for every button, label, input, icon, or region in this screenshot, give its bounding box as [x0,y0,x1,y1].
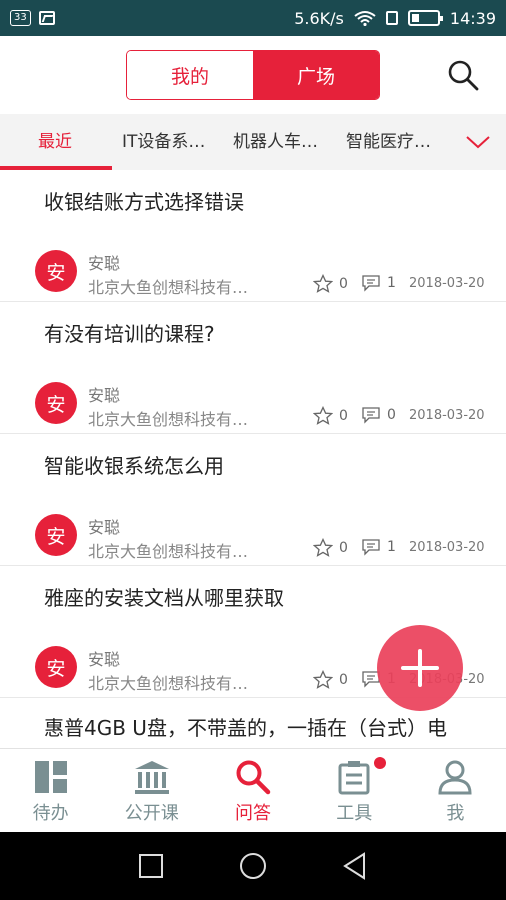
question-title[interactable]: 雅座的安装文档从哪里获取 [44,582,284,611]
avatar[interactable]: 安 [35,382,77,424]
star-icon [313,670,333,689]
sim-icon [385,11,398,25]
author-org: 北京大鱼创想科技有… [88,542,249,561]
list-item[interactable]: 有没有培训的课程? 安 安聪 北京大鱼创想科技有… 0 0 2018-03-20 [0,302,506,434]
author-org: 北京大鱼创想科技有… [88,410,249,429]
post-date: 2018-03-20 [409,276,485,291]
nav-label: 问答 [235,803,271,824]
tab-square[interactable]: 广场 [253,51,379,99]
question-title[interactable]: 智能收银系统怎么用 [44,450,224,479]
notification-count-badge: 33 [10,10,31,26]
author-org: 北京大鱼创想科技有… [88,674,249,693]
nav-qa[interactable]: 问答 [202,749,303,832]
question-list: 收银结账方式选择错误 安 安聪 北京大鱼创想科技有… 0 1 2018-03-2… [0,170,506,698]
star-icon [313,274,333,293]
add-question-button[interactable] [377,625,463,711]
nav-tools[interactable]: 工具 [304,749,405,832]
plus-icon [401,649,439,687]
favorite-count-value: 0 [339,540,348,556]
comment-count-value: 1 [387,275,396,291]
avatar[interactable]: 安 [35,250,77,292]
chevron-down-icon[interactable] [462,126,494,158]
nav-label: 公开课 [124,803,179,824]
home-icon[interactable] [239,852,267,880]
system-nav-bar [0,832,506,900]
nav-me[interactable]: 我 [405,749,506,832]
question-title[interactable]: 收银结账方式选择错误 [44,186,244,215]
segmented-control: 我的 广场 [126,50,380,100]
comment-icon [362,407,380,424]
category-tab-robots[interactable]: 机器人车… [233,114,318,170]
comment-count-value: 1 [387,539,396,555]
list-item[interactable]: 智能收银系统怎么用 安 安聪 北京大鱼创想科技有… 0 1 2018-03-20 [0,434,506,566]
favorite-count[interactable]: 0 [313,538,348,558]
avatar[interactable]: 安 [35,646,77,688]
notification-dot [373,757,386,769]
list-item[interactable]: 收银结账方式选择错误 安 安聪 北京大鱼创想科技有… 0 1 2018-03-2… [0,170,506,302]
comment-count-value: 0 [387,407,396,423]
building-icon [134,761,169,794]
author-name: 安聪 [88,650,121,669]
category-tabs: 最近 IT设备系… 机器人车… 智能医疗… [0,114,506,170]
nav-open-course[interactable]: 公开课 [101,749,202,832]
post-date: 2018-03-20 [409,408,485,423]
favorite-count[interactable]: 0 [313,670,348,690]
post-date: 2018-03-20 [409,540,485,555]
nav-todo[interactable]: 待办 [0,749,101,832]
nav-label: 工具 [336,803,373,824]
image-icon [38,11,55,25]
favorite-count-value: 0 [339,672,348,688]
favorite-count[interactable]: 0 [313,274,348,294]
user-icon [438,760,472,795]
favorite-count-value: 0 [339,408,348,424]
comment-icon [362,539,380,556]
network-speed: 5.6K/s [294,8,344,28]
category-tab-recent[interactable]: 最近 [38,114,72,170]
search-icon [236,760,271,795]
comment-count[interactable]: 1 [361,538,396,556]
header: 我的 广场 [0,36,506,114]
bottom-nav: 待办 公开课 问答 工具 我 [0,748,506,832]
favorite-count[interactable]: 0 [313,406,348,426]
star-icon [313,538,333,557]
wifi-icon [354,11,376,26]
status-bar: 33 5.6K/s 14:39 [0,0,506,36]
category-tab-it-devices[interactable]: IT设备系… [122,114,205,170]
comment-count[interactable]: 1 [361,274,396,292]
nav-label: 待办 [32,803,69,824]
author-name: 安聪 [88,518,121,537]
comment-icon [362,275,380,292]
nav-label: 我 [446,803,465,824]
question-title[interactable]: 惠普4GB U盘，不带盖的，一插在（台式）电 [44,712,447,741]
tab-mine[interactable]: 我的 [127,51,253,99]
recent-apps-icon[interactable] [138,853,164,879]
star-icon [313,406,333,425]
battery-icon [407,10,443,26]
category-tab-smart-medical[interactable]: 智能医疗… [346,114,431,170]
avatar[interactable]: 安 [35,514,77,556]
clock: 14:39 [449,8,496,28]
question-title[interactable]: 有没有培训的课程? [44,318,215,347]
author-name: 安聪 [88,386,121,405]
favorite-count-value: 0 [339,276,348,292]
back-icon[interactable] [342,852,368,880]
search-icon[interactable] [446,58,480,92]
dashboard-icon [34,761,67,793]
author-org: 北京大鱼创想科技有… [88,278,249,297]
author-name: 安聪 [88,254,121,273]
clipboard-icon [338,761,370,795]
comment-count[interactable]: 0 [361,406,396,424]
